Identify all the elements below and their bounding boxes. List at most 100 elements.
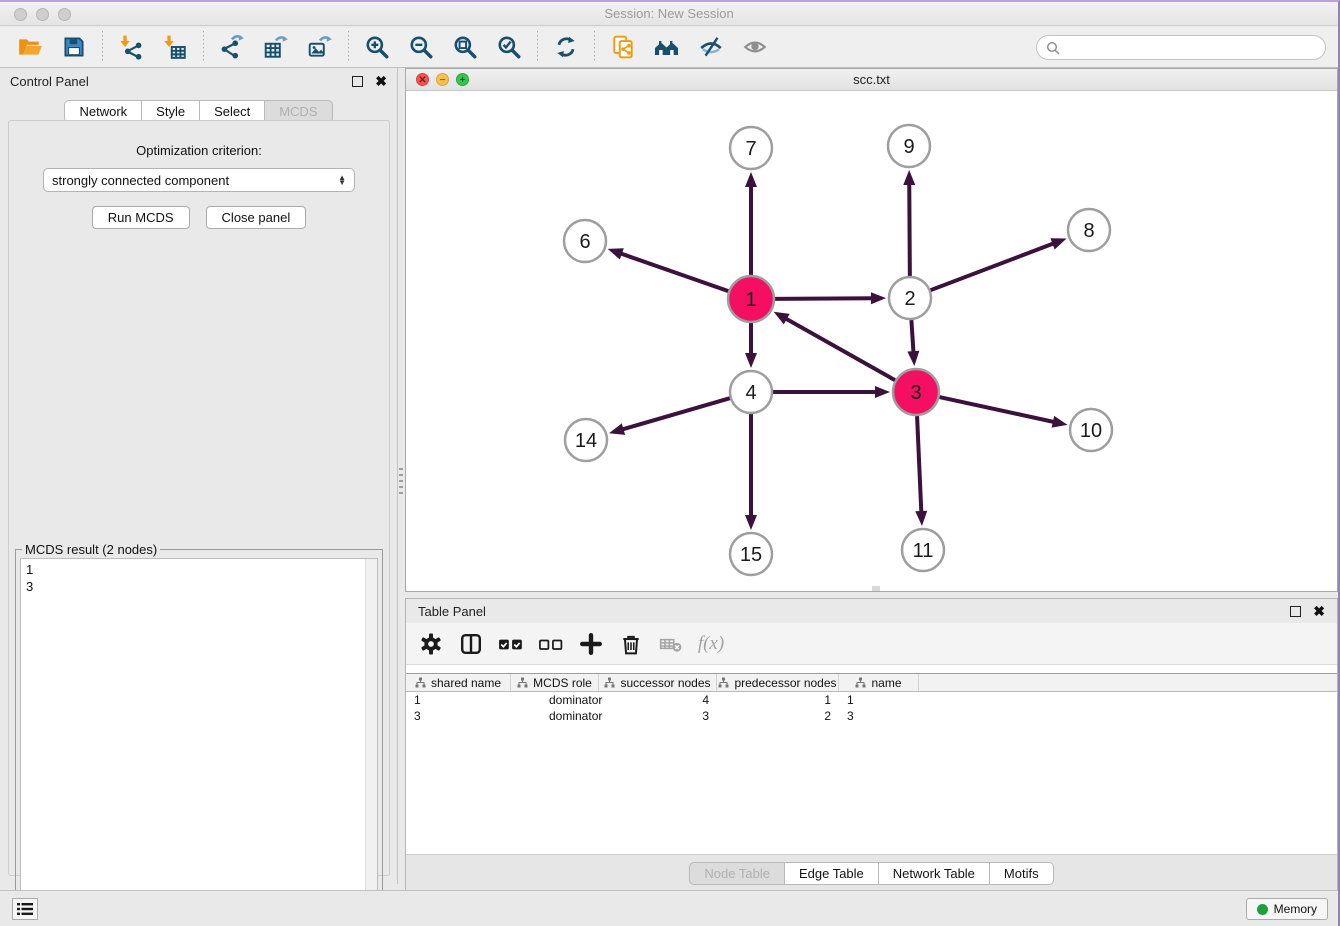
graph-node-label: 3 — [910, 382, 921, 404]
mcds-result-title: MCDS result (2 nodes) — [22, 542, 160, 557]
save-session-icon[interactable] — [60, 33, 88, 61]
export-table-icon[interactable] — [262, 33, 290, 61]
optimization-criterion-select[interactable]: strongly connected component ▲▼ — [43, 168, 355, 192]
edge-3-11[interactable] — [917, 416, 921, 514]
column-header-successor-nodes[interactable]: successor nodes — [599, 674, 717, 691]
show-eye-icon — [741, 33, 769, 61]
table-cell[interactable]: 4 — [599, 692, 717, 708]
edge-2-3[interactable] — [911, 320, 913, 354]
float-panel-icon[interactable] — [352, 76, 363, 87]
edge-4-14[interactable] — [621, 398, 730, 430]
network-view-title: scc.txt — [406, 72, 1337, 87]
mcds-panel: Optimization criterion: strongly connect… — [8, 120, 390, 876]
import-table-icon[interactable] — [161, 33, 189, 61]
unselect-all-icon[interactable] — [538, 631, 564, 657]
refresh-icon[interactable] — [552, 33, 580, 61]
optimization-criterion-label: Optimization criterion: — [9, 143, 389, 158]
function-builder-disabled-icon: f(x) — [698, 631, 724, 657]
edge-3-1[interactable] — [784, 318, 895, 381]
network-canvas[interactable]: 7968124314101511 — [406, 91, 1337, 591]
table-rows: 1dominator4113dominator323 — [406, 692, 1337, 724]
column-type-icon — [604, 677, 615, 688]
task-history-button[interactable] — [12, 898, 38, 920]
control-panel: Control Panel ✖ NetworkStyleSelectMCDS O… — [0, 68, 398, 884]
zoom-in-icon[interactable] — [363, 33, 391, 61]
graph-node-label: 4 — [745, 382, 756, 404]
select-all-icon[interactable] — [498, 631, 524, 657]
graph-node-label: 6 — [579, 231, 590, 253]
home-views-icon[interactable] — [653, 33, 681, 61]
edge-1-6[interactable] — [619, 253, 728, 291]
edge-arrowhead — [875, 386, 890, 398]
graph-node-label: 9 — [903, 136, 914, 158]
memory-button[interactable]: Memory — [1246, 898, 1328, 920]
column-type-icon — [718, 677, 729, 688]
table-cell[interactable]: 1 — [717, 692, 839, 708]
zoom-selected-icon[interactable] — [495, 33, 523, 61]
canvas-resize-handle[interactable] — [872, 586, 880, 591]
network-window-titlebar[interactable]: ✕ − + scc.txt — [406, 69, 1337, 91]
column-header-MCDS-role[interactable]: MCDS role — [511, 674, 599, 691]
network-graph[interactable]: 7968124314101511 — [406, 91, 1337, 591]
edge-arrowhead — [907, 351, 919, 366]
delete-column-icon[interactable] — [618, 631, 644, 657]
table-cell[interactable]: 2 — [717, 708, 839, 724]
optimization-criterion-value: strongly connected component — [52, 173, 229, 188]
table-cell[interactable]: 3 — [839, 708, 919, 724]
table-cell[interactable]: dominator — [511, 708, 599, 724]
memory-label: Memory — [1274, 902, 1317, 916]
search-input[interactable] — [1065, 40, 1316, 55]
scrollbar[interactable] — [365, 559, 377, 915]
edge-2-9[interactable] — [909, 182, 910, 276]
global-search[interactable] — [1036, 35, 1326, 60]
table-tab-motifs[interactable]: Motifs — [990, 862, 1054, 885]
run-mcds-button[interactable]: Run MCDS — [92, 206, 190, 229]
mcds-result-text[interactable]: 13 — [20, 558, 378, 916]
divider-handle-icon[interactable] — [399, 468, 403, 494]
table-tab-edge-table[interactable]: Edge Table — [785, 862, 879, 885]
edge-1-2[interactable] — [775, 298, 874, 299]
graph-node-label: 10 — [1080, 420, 1102, 442]
edge-arrowhead — [745, 515, 757, 530]
panel-divider[interactable] — [398, 68, 405, 884]
import-network-icon[interactable] — [117, 33, 145, 61]
close-panel-button[interactable]: Close panel — [206, 206, 307, 229]
toolbar-separator — [537, 31, 538, 63]
table-cell[interactable]: dominator — [511, 692, 599, 708]
table-cell[interactable]: 3 — [406, 708, 511, 724]
table-cell[interactable]: 1 — [406, 692, 511, 708]
float-table-panel-icon[interactable] — [1290, 606, 1301, 617]
duplicate-network-icon[interactable] — [609, 33, 637, 61]
close-panel-icon[interactable]: ✖ — [375, 76, 387, 87]
hide-eye-icon[interactable] — [697, 33, 725, 61]
zoom-fit-icon[interactable] — [451, 33, 479, 61]
mcds-result-line: 1 — [26, 561, 372, 578]
export-network-icon[interactable] — [218, 33, 246, 61]
column-header-name[interactable]: name — [839, 674, 919, 691]
column-header-shared-name[interactable]: shared name — [406, 674, 511, 691]
control-panel-title: Control Panel — [10, 74, 89, 89]
column-header-predecessor-nodes[interactable]: predecessor nodes — [717, 674, 839, 691]
table-cell[interactable]: 3 — [599, 708, 717, 724]
graph-node-label: 15 — [740, 544, 762, 566]
column-header-label: name — [871, 676, 901, 690]
split-columns-icon[interactable] — [458, 631, 484, 657]
export-image-icon[interactable] — [306, 33, 334, 61]
edge-arrowhead — [903, 170, 915, 185]
table-tab-network-table[interactable]: Network Table — [879, 862, 990, 885]
table-row[interactable]: 1dominator411 — [406, 692, 1337, 708]
close-table-panel-icon[interactable]: ✖ — [1313, 606, 1325, 617]
settings-gear-icon[interactable] — [418, 631, 444, 657]
graph-node-label: 1 — [745, 289, 756, 311]
table-row[interactable]: 3dominator323 — [406, 708, 1337, 724]
zoom-out-icon[interactable] — [407, 33, 435, 61]
edge-3-10[interactable] — [939, 397, 1055, 422]
main-toolbar — [0, 27, 1338, 68]
table-cell[interactable]: 1 — [839, 692, 919, 708]
table-header-row[interactable]: shared nameMCDS rolesuccessor nodesprede… — [406, 673, 1337, 692]
open-folder-icon[interactable] — [16, 33, 44, 61]
add-column-icon[interactable] — [578, 631, 604, 657]
edge-2-8[interactable] — [931, 243, 1056, 290]
table-tab-node-table[interactable]: Node Table — [689, 862, 785, 885]
toolbar-separator — [203, 31, 204, 63]
